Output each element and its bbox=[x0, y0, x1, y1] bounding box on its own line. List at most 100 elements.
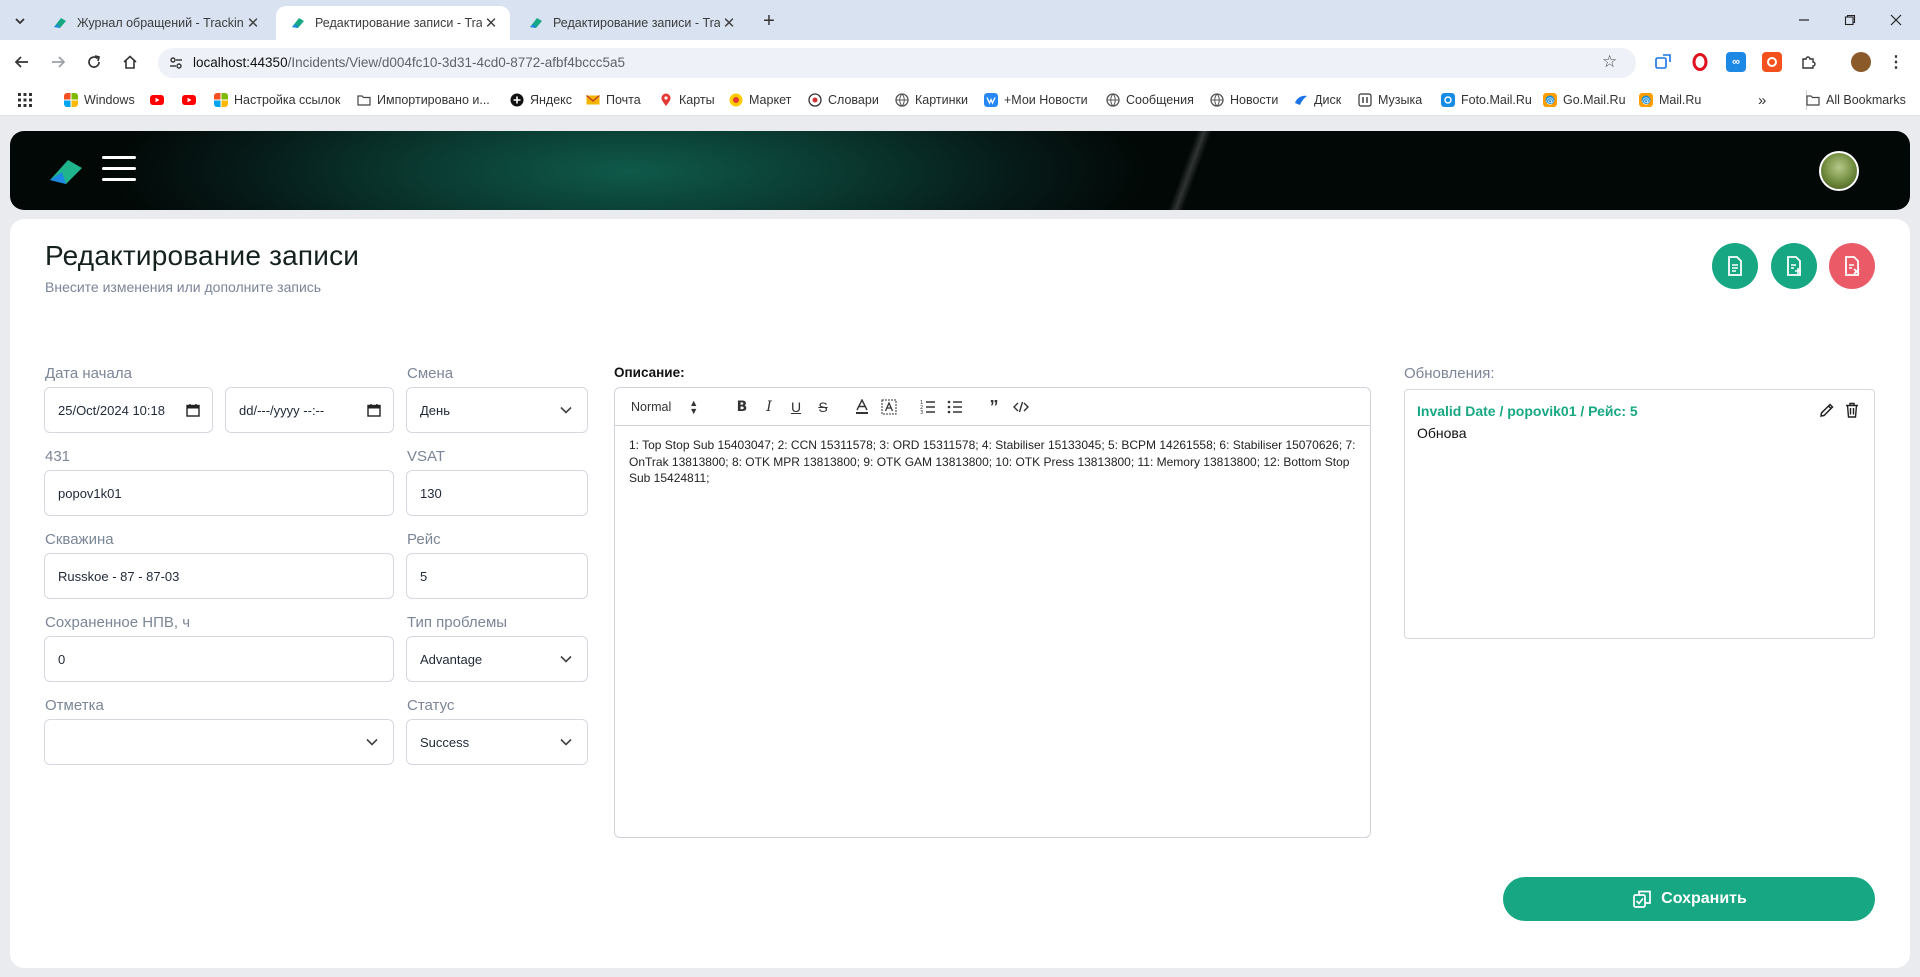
bookmark-my-news[interactable]: +Мои Новости bbox=[984, 91, 1088, 109]
problem-type-label: Тип проблемы bbox=[407, 614, 508, 631]
bookmark-youtube-1[interactable] bbox=[150, 91, 170, 109]
bookmark-imported[interactable]: Импортировано и... bbox=[357, 91, 490, 109]
bookmark-mail[interactable]: Почта bbox=[586, 91, 641, 109]
site-settings-icon[interactable] bbox=[168, 55, 184, 71]
extension-infinity-icon[interactable]: ∞ bbox=[1726, 52, 1746, 72]
save-button[interactable]: Сохранить bbox=[1503, 877, 1875, 921]
saved-npv-input[interactable]: 0 bbox=[44, 636, 394, 682]
calendar-icon[interactable] bbox=[363, 399, 385, 421]
tracking-favicon-icon bbox=[530, 18, 542, 28]
apps-grid-icon[interactable] bbox=[18, 91, 32, 109]
bookmark-news[interactable]: Новости bbox=[1210, 91, 1278, 109]
globe-icon bbox=[1210, 93, 1224, 107]
bookmark-disk[interactable]: Диск bbox=[1294, 91, 1341, 109]
bullet-list-icon[interactable] bbox=[945, 397, 965, 417]
description-text[interactable]: 1: Top Stop Sub 15403047; 2: CCN 1531157… bbox=[629, 437, 1359, 487]
extension-record-icon[interactable] bbox=[1762, 52, 1782, 72]
extension-translate-icon[interactable] bbox=[1653, 52, 1673, 72]
user-avatar[interactable] bbox=[1819, 151, 1859, 191]
bookmark-images[interactable]: Картинки bbox=[895, 91, 968, 109]
bookmark-star-icon[interactable]: ☆ bbox=[1602, 52, 1617, 72]
field-431-input[interactable]: popov1k01 bbox=[44, 470, 394, 516]
tab-close-icon[interactable]: ✕ bbox=[482, 14, 500, 32]
text-color-icon[interactable] bbox=[852, 397, 872, 417]
bookmark-go-mail[interactable]: @ Go.Mail.Ru bbox=[1543, 91, 1626, 109]
problem-type-select[interactable]: Advantage bbox=[406, 636, 588, 682]
underline-icon[interactable]: U bbox=[786, 397, 806, 417]
start-date-input[interactable]: 25/Oct/2024 10:18 bbox=[44, 387, 213, 433]
tab-list-chevron-icon[interactable] bbox=[8, 9, 32, 33]
reload-icon[interactable] bbox=[80, 48, 108, 76]
url-text[interactable]: localhost:44350/Incidents/View/d004fc10-… bbox=[193, 55, 625, 70]
bookmark-music[interactable]: Музыка bbox=[1358, 91, 1422, 109]
italic-icon[interactable]: I bbox=[759, 397, 779, 417]
trash-icon[interactable] bbox=[1843, 401, 1861, 419]
bookmark-label: All Bookmarks bbox=[1826, 93, 1906, 107]
update-item-header: Invalid Date / popovik01 / Рейс: 5 bbox=[1417, 403, 1638, 419]
bookmark-maps[interactable]: Карты bbox=[659, 91, 715, 109]
bookmark-foto-mail[interactable]: Foto.Mail.Ru bbox=[1441, 91, 1532, 109]
all-bookmarks[interactable]: All Bookmarks bbox=[1806, 91, 1906, 109]
bookmark-label: Маркет bbox=[749, 93, 792, 107]
extension-opera-icon[interactable] bbox=[1690, 52, 1710, 72]
format-select[interactable]: Normal ▲ ▼ bbox=[631, 397, 713, 417]
bookmark-label: +Мои Новости bbox=[1004, 93, 1088, 107]
shift-select[interactable]: День bbox=[406, 387, 588, 433]
bookmark-mail-ru[interactable]: @ Mail.Ru bbox=[1639, 91, 1701, 109]
document-remove-icon bbox=[1845, 256, 1860, 276]
close-window-icon[interactable] bbox=[1873, 6, 1919, 34]
restore-window-icon[interactable] bbox=[1827, 6, 1873, 34]
browser-tab-bar: Журнал обращений - Tracking ✕ Редактиров… bbox=[0, 0, 1920, 40]
vk-icon bbox=[984, 93, 998, 107]
editor-toolbar: Normal ▲ ▼ B I U S 123 ” bbox=[615, 388, 1370, 426]
end-date-input[interactable]: dd/---/yyyy --:-- bbox=[225, 387, 394, 433]
windows-icon bbox=[64, 93, 78, 107]
document-add-button[interactable] bbox=[1771, 243, 1817, 289]
vsat-input[interactable]: 130 bbox=[406, 470, 588, 516]
new-tab-plus-icon[interactable]: + bbox=[757, 9, 781, 33]
strikethrough-icon[interactable]: S bbox=[813, 397, 833, 417]
document-delete-button[interactable] bbox=[1829, 243, 1875, 289]
bookmark-windows[interactable]: Windows bbox=[64, 91, 135, 109]
edit-pencil-icon[interactable] bbox=[1818, 401, 1836, 419]
well-input[interactable]: Russkoe - 87 - 87-03 bbox=[44, 553, 394, 599]
trip-input[interactable]: 5 bbox=[406, 553, 588, 599]
tab-close-icon[interactable]: ✕ bbox=[244, 14, 262, 32]
url-host: localhost:44350 bbox=[193, 55, 288, 70]
youtube-icon bbox=[150, 95, 164, 105]
browser-menu-kebab-icon[interactable]: ⋮ bbox=[1886, 52, 1906, 72]
back-arrow-icon[interactable] bbox=[8, 48, 36, 76]
bookmark-yandex[interactable]: Яндекс bbox=[510, 91, 572, 109]
blockquote-icon[interactable]: ” bbox=[984, 397, 1004, 417]
code-block-icon[interactable] bbox=[1010, 397, 1032, 417]
bookmark-market[interactable]: Маркет bbox=[729, 91, 791, 109]
ordered-list-icon[interactable]: 123 bbox=[918, 397, 938, 417]
document-list-icon bbox=[1728, 256, 1742, 276]
bold-icon[interactable]: B bbox=[732, 397, 752, 417]
forward-arrow-icon[interactable] bbox=[44, 48, 72, 76]
profile-avatar-icon[interactable] bbox=[1851, 52, 1871, 72]
browser-tab-edit-record-active[interactable]: Редактирование записи - Track ✕ bbox=[276, 6, 510, 40]
more-bookmarks-chevron[interactable]: » bbox=[1758, 91, 1766, 109]
background-color-icon[interactable] bbox=[879, 397, 899, 417]
mark-select[interactable] bbox=[44, 719, 394, 765]
tracking-favicon-icon bbox=[54, 18, 66, 28]
status-select[interactable]: Success bbox=[406, 719, 588, 765]
document-view-button[interactable] bbox=[1712, 243, 1758, 289]
bookmark-dictionaries[interactable]: Словари bbox=[808, 91, 879, 109]
home-icon[interactable] bbox=[116, 48, 144, 76]
youtube-icon bbox=[182, 95, 196, 105]
app-logo[interactable] bbox=[48, 156, 84, 186]
browser-tab-incidents-journal[interactable]: Журнал обращений - Tracking ✕ bbox=[38, 6, 272, 40]
description-editor[interactable]: Normal ▲ ▼ B I U S 123 ” 1: Top Stop Sub … bbox=[614, 387, 1371, 838]
bookmark-label: Карты bbox=[679, 93, 715, 107]
browser-tab-edit-record[interactable]: Редактирование записи - Track ✕ bbox=[514, 6, 748, 40]
bookmark-youtube-2[interactable] bbox=[182, 91, 202, 109]
extensions-puzzle-icon[interactable] bbox=[1798, 52, 1818, 72]
bookmark-link-settings[interactable]: Настройка ссылок bbox=[214, 91, 340, 109]
bookmark-messages[interactable]: Сообщения bbox=[1106, 91, 1194, 109]
minimize-window-icon[interactable] bbox=[1781, 6, 1827, 34]
hamburger-menu-icon[interactable] bbox=[102, 156, 136, 184]
calendar-icon[interactable] bbox=[182, 399, 204, 421]
tab-close-icon[interactable]: ✕ bbox=[720, 14, 738, 32]
